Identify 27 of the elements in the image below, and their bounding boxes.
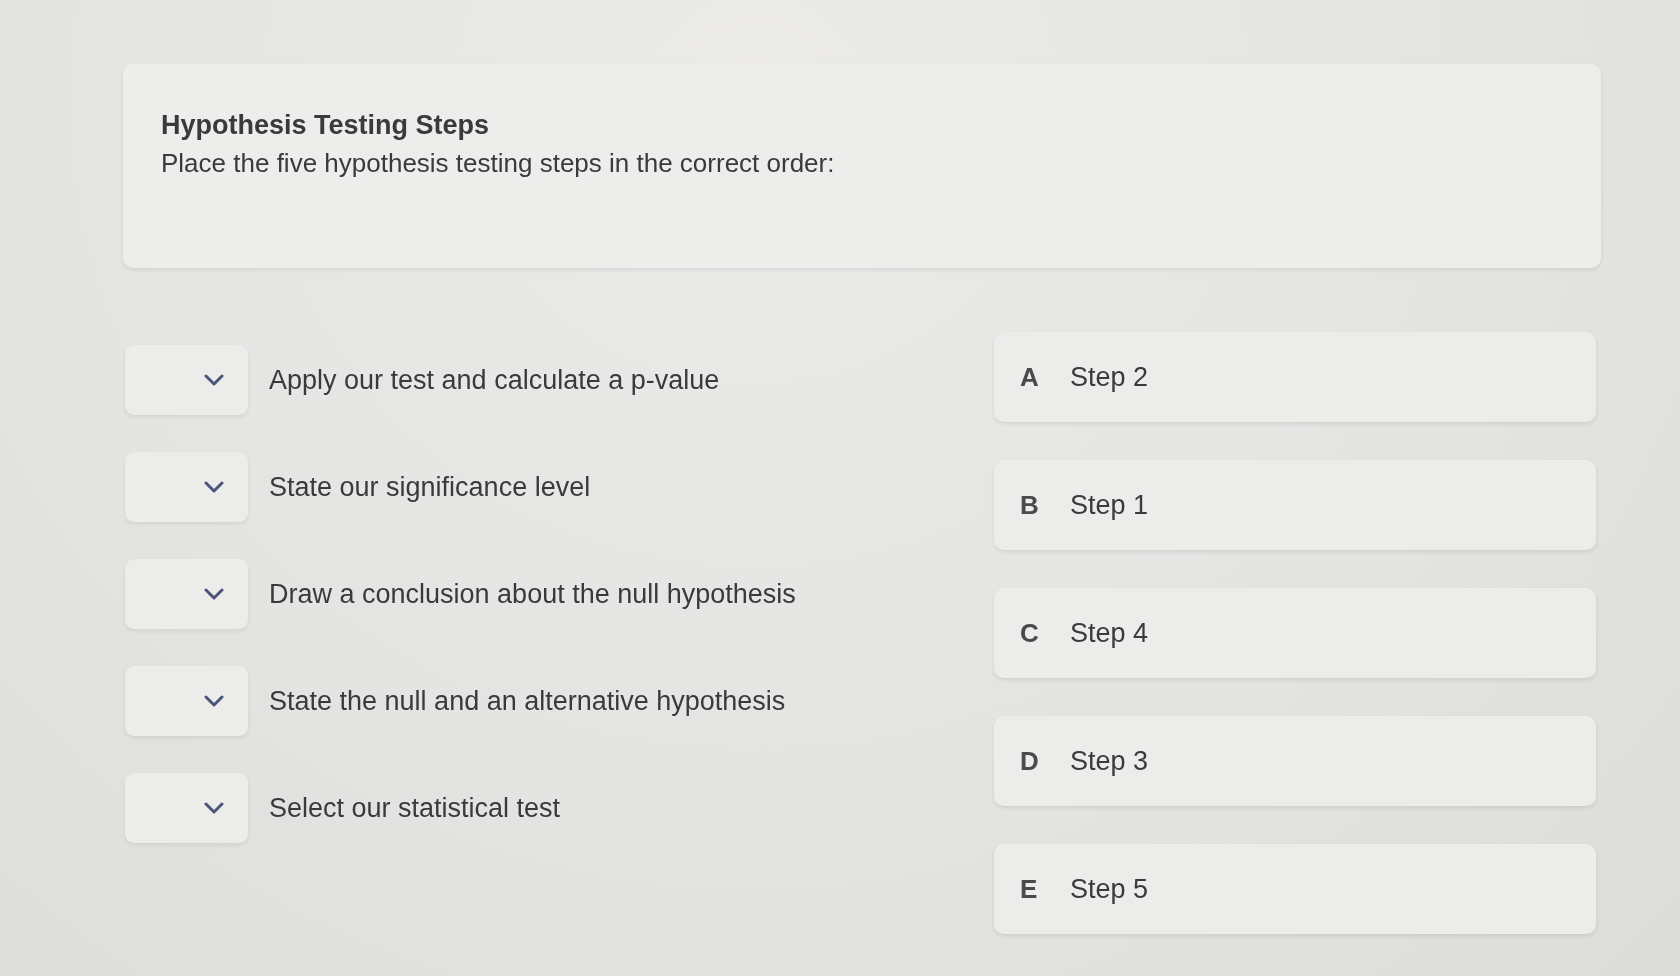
chevron-down-icon xyxy=(204,588,224,600)
chevron-down-icon xyxy=(204,695,224,707)
answer-dropdown[interactable] xyxy=(125,559,248,629)
option-letter: A xyxy=(1020,361,1040,393)
option-label: Step 3 xyxy=(1070,745,1149,777)
option-label: Step 5 xyxy=(1070,873,1149,905)
chevron-down-icon xyxy=(204,802,224,814)
question-title: Hypothesis Testing Steps xyxy=(161,109,491,142)
answer-dropdown[interactable] xyxy=(125,345,248,415)
step-description: Select our statistical test xyxy=(269,792,561,825)
chevron-down-icon xyxy=(204,374,224,386)
step-description: State our significance level xyxy=(269,471,591,504)
answer-dropdown[interactable] xyxy=(125,773,248,843)
answer-dropdown[interactable] xyxy=(125,452,248,522)
chevron-down-icon xyxy=(204,481,224,493)
option-letter: B xyxy=(1020,489,1040,521)
step-description: Draw a conclusion about the null hypothesis xyxy=(269,578,796,611)
option-letter: E xyxy=(1020,873,1039,905)
option-letter: C xyxy=(1020,617,1040,649)
option-letter: D xyxy=(1020,745,1040,777)
option-label: Step 2 xyxy=(1070,361,1149,393)
option-label: Step 1 xyxy=(1070,489,1149,521)
answer-dropdown[interactable] xyxy=(125,666,248,736)
step-description: State the null and an alternative hypothesis xyxy=(269,685,786,718)
question-prompt: Place the five hypothesis testing steps in the correct order: xyxy=(161,147,836,180)
step-description: Apply our test and calculate a p-value xyxy=(269,364,720,397)
option-label: Step 4 xyxy=(1070,617,1149,649)
